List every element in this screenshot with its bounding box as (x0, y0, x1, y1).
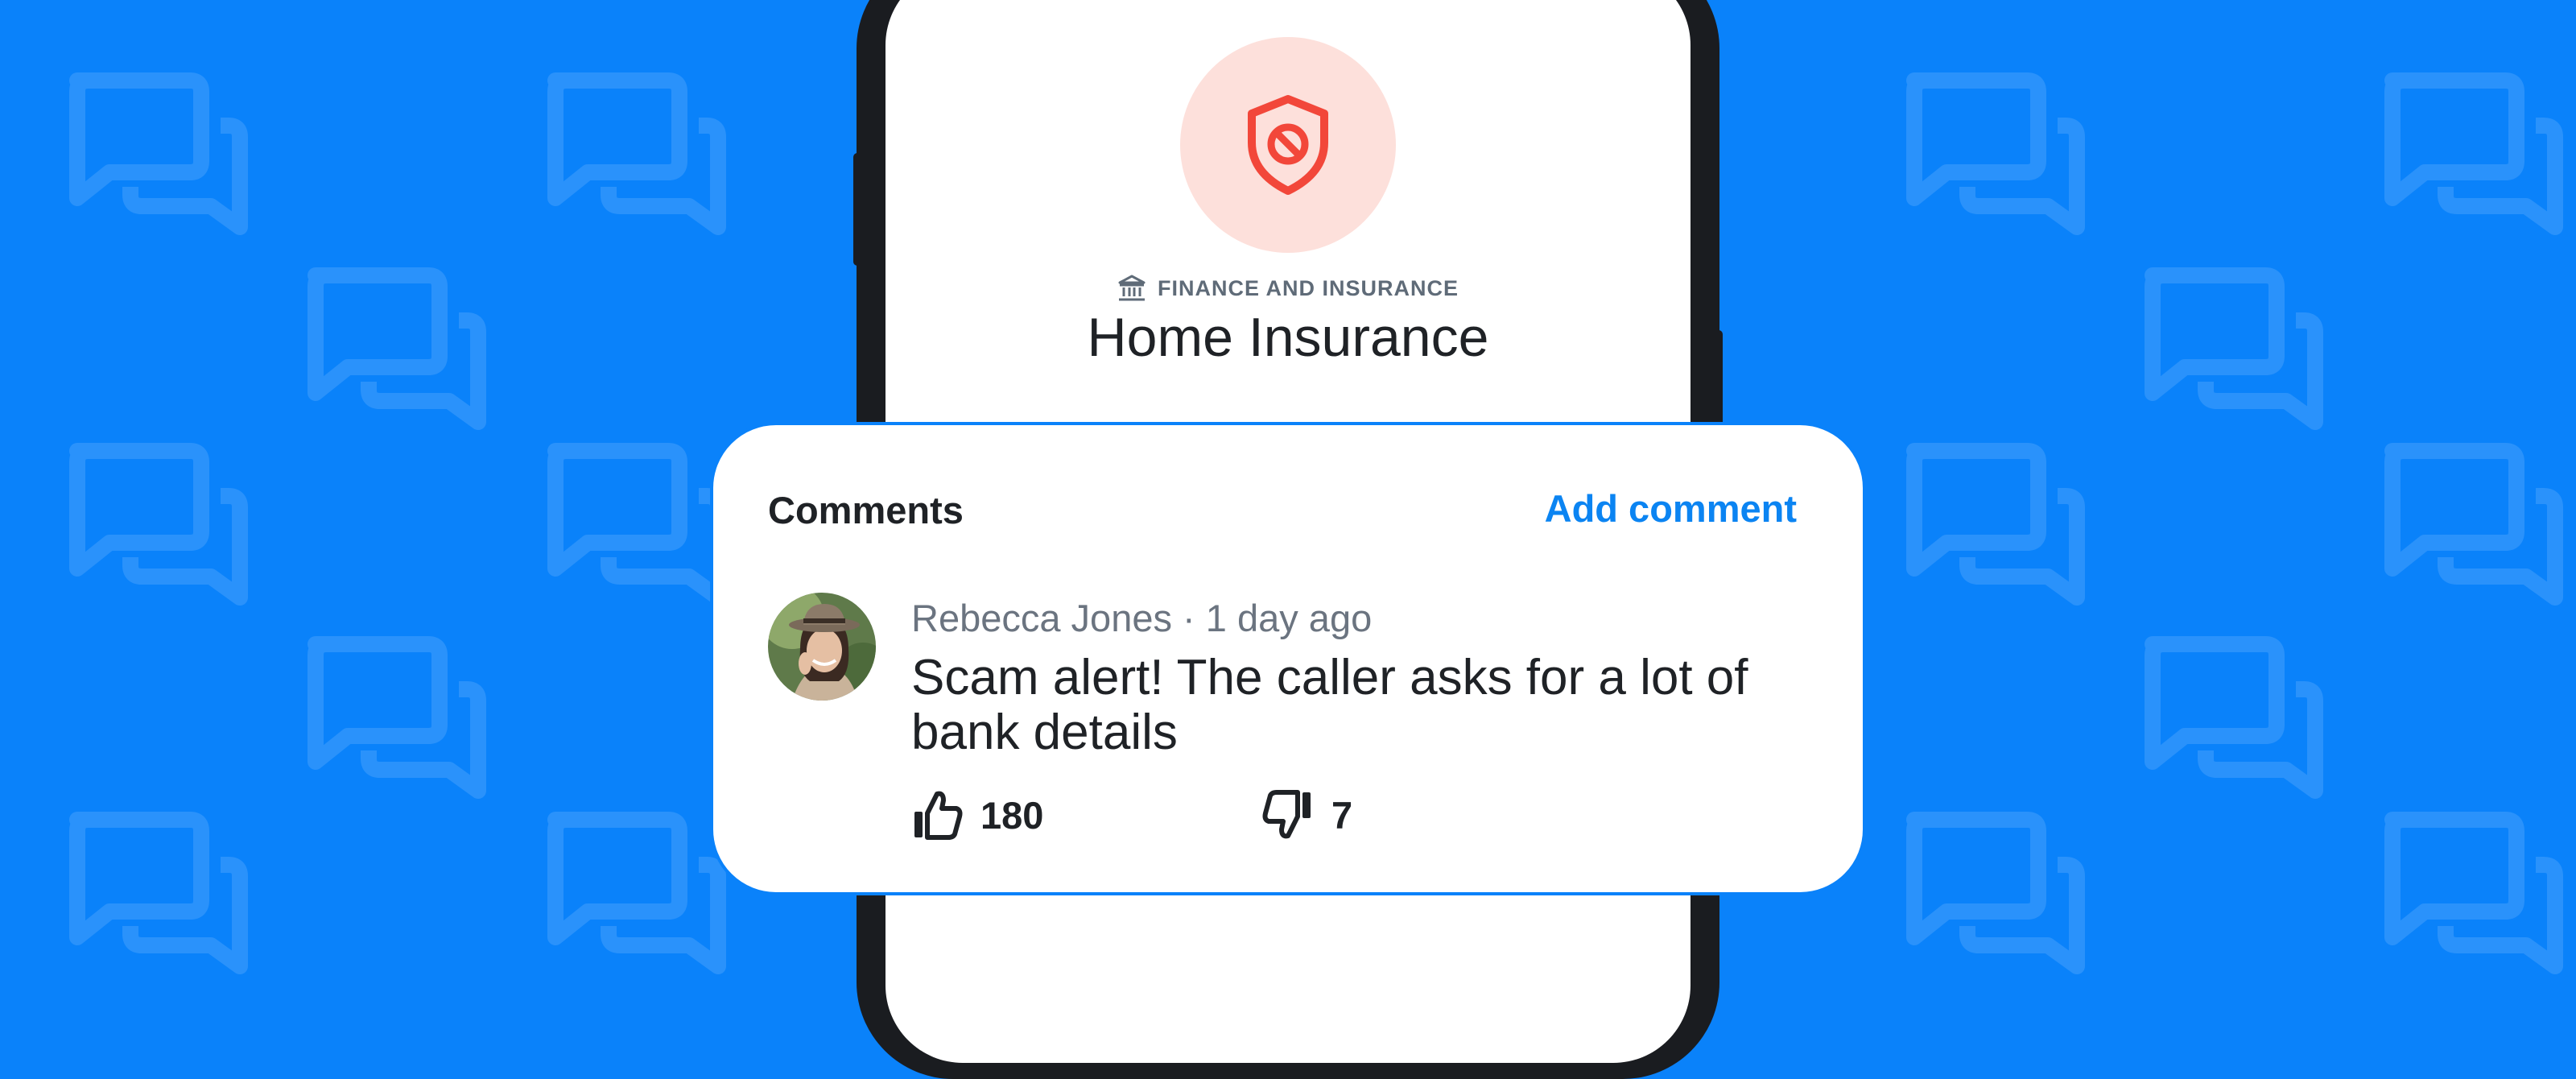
dislike-button[interactable]: 7 (1262, 789, 1352, 841)
dislike-count: 7 (1331, 793, 1353, 837)
add-comment-button[interactable]: Add comment (1545, 486, 1797, 531)
thumbs-up-icon (914, 791, 963, 840)
comment-time: 1 day ago (1205, 597, 1373, 639)
bank-icon (1118, 275, 1146, 301)
thumbs-down-icon (1262, 790, 1311, 839)
comment-meta: Rebecca Jones · 1 day ago (911, 596, 1372, 640)
comments-heading: Comments (768, 489, 964, 531)
business-header: FINANCE AND INSURANCE Home Insurance (886, 0, 1690, 403)
comments-card: Comments Add comment Rebecca Jones · 1 d… (710, 422, 1866, 895)
shield-block-icon (1248, 95, 1328, 195)
category-label: FINANCE AND INSURANCE (1157, 275, 1459, 300)
phone-side-button (853, 153, 861, 266)
shield-badge (1180, 37, 1396, 253)
comment-text: Scam alert! The caller asks for a lot of… (911, 650, 1748, 760)
like-button[interactable]: 180 (911, 789, 1043, 841)
avatar (768, 593, 876, 701)
meta-separator: · (1183, 597, 1195, 639)
avatar-image (768, 593, 876, 701)
like-count: 180 (980, 793, 1044, 837)
comment-author: Rebecca Jones (911, 597, 1172, 639)
category-row: FINANCE AND INSURANCE (886, 271, 1690, 306)
business-title: Home Insurance (1087, 307, 1489, 368)
